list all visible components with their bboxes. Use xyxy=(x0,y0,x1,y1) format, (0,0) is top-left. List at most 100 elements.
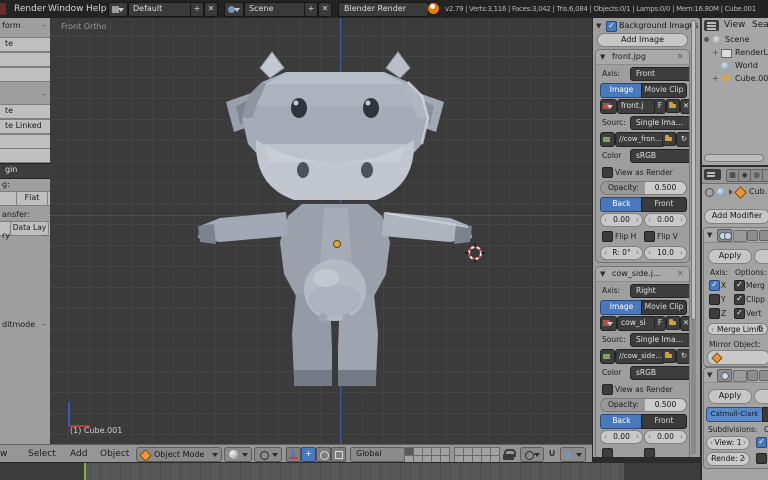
folder-icon[interactable] xyxy=(666,316,680,330)
object-tab-icon[interactable] xyxy=(762,169,768,182)
copy-button[interactable] xyxy=(754,249,768,264)
back-button[interactable]: Back xyxy=(600,197,643,212)
viewport-shading-select[interactable] xyxy=(224,447,252,462)
menu-help[interactable]: Help xyxy=(86,4,107,14)
image-name-field[interactable]: cow_si xyxy=(617,316,657,331)
expand-plus-icon[interactable]: + xyxy=(712,48,719,57)
render-visibility-icon[interactable] xyxy=(747,370,758,381)
menu-render[interactable]: Render xyxy=(14,4,46,14)
pin-icon[interactable] xyxy=(705,188,714,197)
proportional-edit-select[interactable] xyxy=(520,447,544,462)
3d-cursor[interactable] xyxy=(465,243,485,263)
axis-select[interactable]: Front xyxy=(630,67,690,81)
collapse-icon[interactable]: ▼ xyxy=(600,270,605,278)
filepath-field[interactable]: //cow_side… xyxy=(615,349,665,364)
disclosure-dot-icon[interactable] xyxy=(704,37,709,42)
opacity-slider[interactable]: Opacity: 0.500 xyxy=(600,181,687,195)
editor-type-icon[interactable] xyxy=(0,3,6,15)
scale-manipulator-button[interactable] xyxy=(331,447,346,462)
folder-icon[interactable] xyxy=(662,132,676,146)
offset-x-field[interactable]: 0.00 xyxy=(600,213,643,227)
filepath-icon-button[interactable] xyxy=(600,349,615,364)
source-select[interactable]: Single Ima… xyxy=(630,333,690,347)
remove-image-icon[interactable]: ✕ xyxy=(677,269,684,278)
panel-header-history[interactable]: ry xyxy=(2,231,10,240)
merge-checkbox[interactable]: ✓ xyxy=(734,280,745,291)
menu-window[interactable]: Window xyxy=(48,4,84,14)
menu-add[interactable]: Add xyxy=(70,449,87,459)
outliner-menu-view[interactable]: View xyxy=(724,20,745,30)
duplicate-linked-button[interactable]: te Linked xyxy=(0,119,51,134)
properties-editor-icon[interactable] xyxy=(704,169,721,180)
modifier-name-field[interactable] xyxy=(733,230,747,242)
image-name-field[interactable]: front.j xyxy=(617,99,657,114)
unlink-image-button[interactable]: ✕ xyxy=(680,316,690,331)
clip-checkbox[interactable]: ✓ xyxy=(734,294,745,305)
scene-browse-button[interactable] xyxy=(224,2,244,17)
shade-flat-button[interactable]: Flat xyxy=(16,191,48,206)
color-space-select[interactable]: sRGB xyxy=(630,366,690,380)
transform-orientation-select[interactable]: Global xyxy=(350,447,405,462)
npanel-scrollbar[interactable] xyxy=(691,20,696,455)
tab-image[interactable]: Image xyxy=(600,83,643,98)
viewport-visibility-icon[interactable] xyxy=(759,230,768,241)
image-browse-button[interactable] xyxy=(600,99,617,114)
mode-select[interactable]: Object Mode xyxy=(136,447,222,462)
delete-button[interactable] xyxy=(0,134,51,149)
panel-collapse-icon[interactable]: ▼ xyxy=(596,22,601,30)
tab-image[interactable]: Image xyxy=(600,300,643,315)
subdivide-uvs-checkbox[interactable]: ✓ xyxy=(756,437,767,448)
timeline-current-frame-marker[interactable] xyxy=(84,463,86,480)
size-field[interactable]: 10.0 xyxy=(644,246,687,260)
tab-movie-clip[interactable]: Movie Clip xyxy=(641,83,687,98)
collapse-icon[interactable]: ▼ xyxy=(600,53,605,61)
reload-image-button[interactable]: ↻ xyxy=(676,132,690,147)
mirror-object-field[interactable] xyxy=(707,350,768,365)
front-button[interactable]: Front xyxy=(641,414,687,429)
source-select[interactable]: Single Ima… xyxy=(630,116,690,130)
flip-v-checkbox[interactable] xyxy=(644,231,655,242)
remove-image-icon[interactable]: ✕ xyxy=(677,52,684,61)
layout-close-button[interactable]: ✕ xyxy=(204,2,218,17)
render-subdivisions-field[interactable]: Rende: 2 xyxy=(706,452,750,466)
layout-browse-button[interactable] xyxy=(108,2,128,17)
layout-add-button[interactable]: + xyxy=(190,2,204,17)
join-button[interactable] xyxy=(0,148,51,163)
vertex-groups-checkbox[interactable]: ✓ xyxy=(734,308,745,319)
optimal-display-checkbox[interactable] xyxy=(756,453,767,464)
opacity-slider[interactable]: Opacity: 0.500 xyxy=(600,398,687,412)
render-engine-select[interactable]: Blender Render xyxy=(338,2,429,17)
render-visibility-icon[interactable] xyxy=(747,230,758,241)
scene-close-button[interactable]: ✕ xyxy=(318,2,332,17)
expand-plus-icon[interactable]: + xyxy=(712,74,719,83)
translate-button[interactable]: te xyxy=(0,37,51,52)
folder-icon[interactable] xyxy=(666,99,680,113)
layout-name-field[interactable]: Default xyxy=(128,2,194,17)
duplicate-button[interactable]: te xyxy=(0,104,51,119)
flip-v-checkbox[interactable] xyxy=(644,448,655,457)
3d-viewport[interactable]: Front Ortho xyxy=(50,18,592,444)
panel-header-transform[interactable]: form xyxy=(2,21,21,30)
unlink-image-button[interactable]: ✕ xyxy=(680,99,690,114)
menu-object[interactable]: Object xyxy=(100,449,129,459)
outliner-editor-icon[interactable] xyxy=(704,20,719,31)
color-space-select[interactable]: sRGB xyxy=(630,149,690,163)
filepath-icon-button[interactable] xyxy=(600,132,615,147)
add-modifier-button[interactable]: Add Modifier xyxy=(704,209,768,224)
outliner-menu-search[interactable]: Sea xyxy=(752,20,768,30)
rotate-button[interactable] xyxy=(0,52,51,67)
fake-user-button[interactable]: F xyxy=(654,99,666,114)
outliner-scrollbar[interactable] xyxy=(704,154,764,162)
flip-h-checkbox[interactable] xyxy=(602,231,613,242)
menu-view[interactable]: View xyxy=(0,449,7,459)
add-image-button[interactable]: Add Image xyxy=(597,33,688,47)
simple-button[interactable] xyxy=(762,407,768,422)
folder-icon[interactable] xyxy=(662,349,676,363)
catmull-clark-button[interactable]: Catmull-Clark xyxy=(706,407,763,422)
menu-select[interactable]: Select xyxy=(28,449,56,459)
snap-element-select[interactable]: + xyxy=(560,447,586,462)
view-as-render-checkbox[interactable] xyxy=(602,167,613,178)
layer-buttons[interactable] xyxy=(404,447,498,462)
snap-magnet-icon[interactable]: ∪ xyxy=(548,448,556,459)
front-button[interactable]: Front xyxy=(641,197,687,212)
